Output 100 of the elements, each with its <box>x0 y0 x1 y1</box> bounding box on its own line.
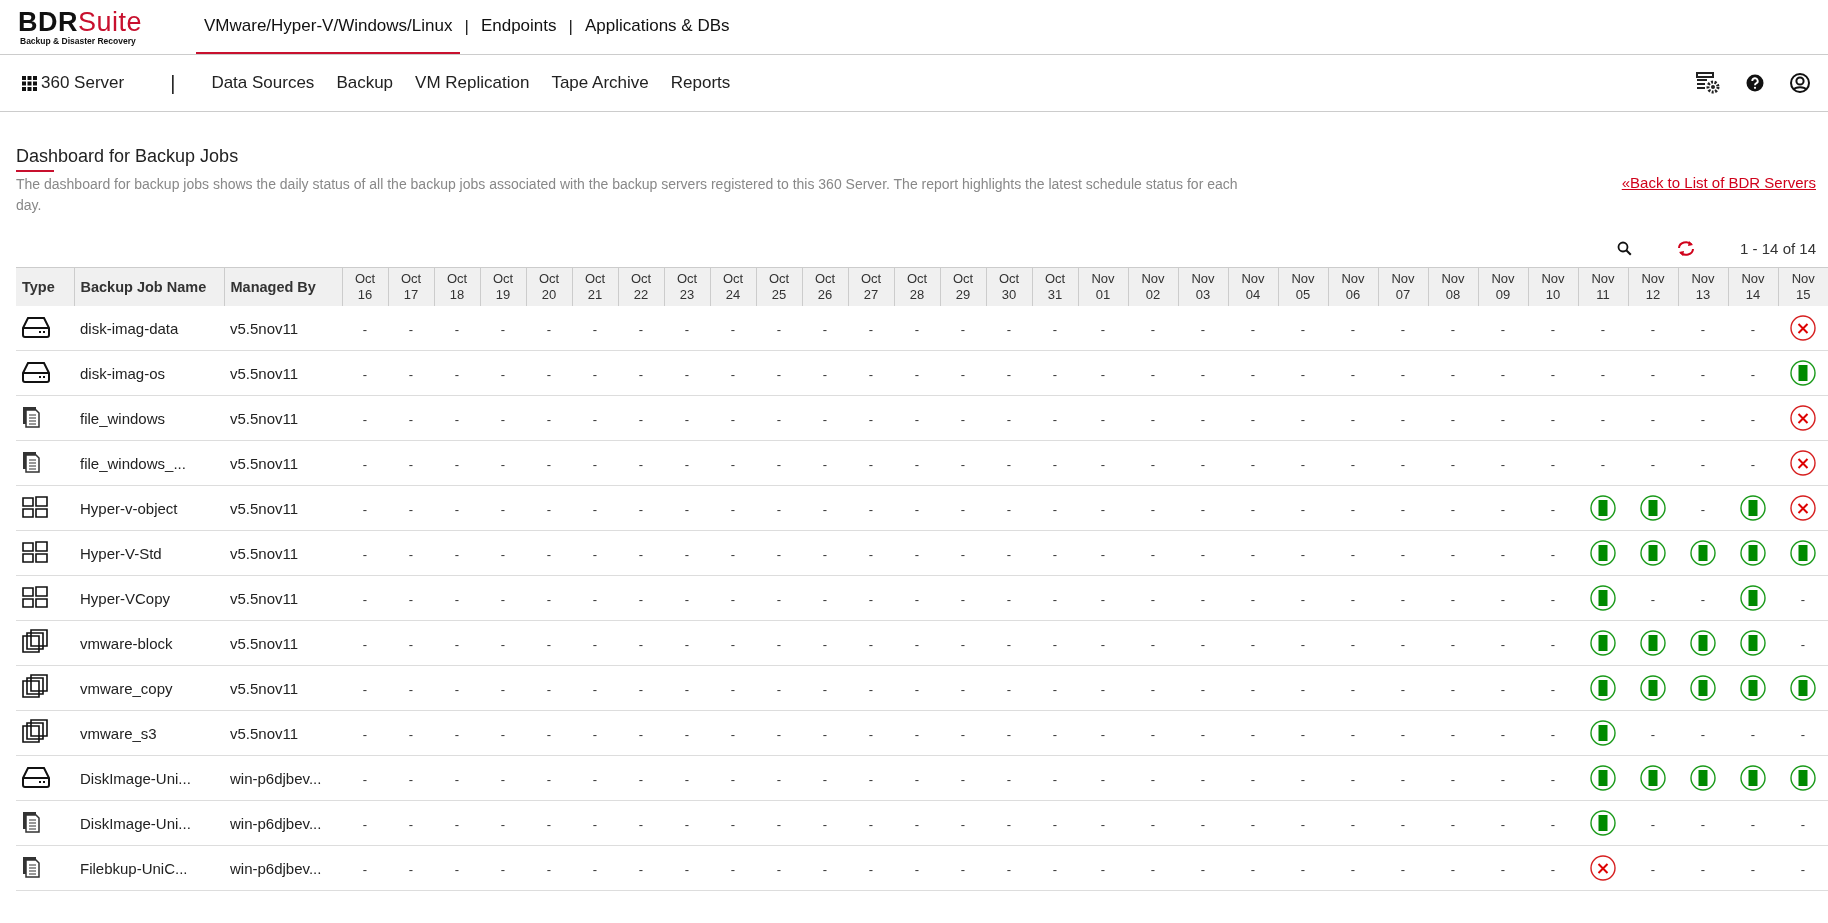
empty-status: - <box>1100 546 1106 562</box>
empty-status: - <box>500 501 506 517</box>
apps-grid-icon[interactable] <box>22 75 37 91</box>
empty-status: - <box>822 636 828 652</box>
empty-status: - <box>1200 771 1206 787</box>
empty-status: - <box>730 726 736 742</box>
empty-status: - <box>1400 591 1406 607</box>
empty-status: - <box>1700 411 1706 427</box>
empty-status: - <box>1052 771 1058 787</box>
empty-status: - <box>1750 816 1756 832</box>
empty-status: - <box>1006 861 1012 877</box>
empty-status: - <box>408 411 414 427</box>
empty-status: - <box>1400 861 1406 877</box>
page-description: The dashboard for backup jobs shows the daily status of all the backup jobs associated with the backup servers registered to this 360 Server. The report highlights the latest schedule status for each day. <box>16 175 1239 215</box>
empty-status: - <box>408 366 414 382</box>
empty-status: - <box>454 501 460 517</box>
job-name: file_windows <box>80 409 166 427</box>
tab-separator: | <box>567 16 574 38</box>
nav-menu-item[interactable]: Backup <box>336 73 394 93</box>
empty-status: - <box>1350 366 1356 382</box>
search-icon[interactable] <box>1617 241 1633 256</box>
empty-status: - <box>1200 681 1206 697</box>
empty-status: - <box>1150 816 1156 832</box>
product-tab[interactable]: VMware/Hyper-V/Windows/Linux <box>196 0 461 54</box>
empty-status: - <box>454 726 460 742</box>
empty-status: - <box>1052 321 1058 337</box>
job-name: disk-imag-os <box>80 364 166 382</box>
empty-status: - <box>638 321 644 337</box>
nav-menu-item[interactable]: Tape Archive <box>551 73 649 93</box>
empty-status: - <box>776 321 782 337</box>
empty-status: - <box>1350 591 1356 607</box>
empty-status: - <box>684 771 690 787</box>
help-icon[interactable] <box>1746 74 1764 92</box>
empty-status: - <box>454 321 460 337</box>
success-status-icon <box>1740 585 1766 611</box>
empty-status: - <box>638 861 644 877</box>
product-tab[interactable]: Applications & DBs <box>576 0 738 54</box>
empty-status: - <box>1250 726 1256 742</box>
empty-status: - <box>1150 861 1156 877</box>
managed-by: v5.5nov11 <box>230 499 299 517</box>
server-settings-icon[interactable] <box>1696 72 1720 94</box>
date-column-header: Nov 05 <box>1278 267 1328 306</box>
managed-by: v5.5nov11 <box>230 319 299 337</box>
empty-status: - <box>914 816 920 832</box>
empty-status: - <box>730 636 736 652</box>
empty-status: - <box>1600 411 1606 427</box>
date-column-header: Oct 29 <box>940 267 986 306</box>
nav-menu-item[interactable]: VM Replication <box>415 73 530 93</box>
user-icon[interactable] <box>1790 73 1810 93</box>
empty-status: - <box>1052 366 1058 382</box>
managed-by: win-p6djbev... <box>230 859 322 877</box>
date-column-header: Oct 22 <box>618 267 664 306</box>
empty-status: - <box>1400 726 1406 742</box>
empty-status: - <box>684 816 690 832</box>
refresh-icon[interactable] <box>1676 240 1697 257</box>
empty-status: - <box>592 726 598 742</box>
empty-status: - <box>362 861 368 877</box>
empty-status: - <box>408 636 414 652</box>
empty-status: - <box>1800 726 1806 742</box>
managed-by: win-p6djbev... <box>230 769 322 787</box>
back-link[interactable]: «Back to List of BDR Servers <box>1621 174 1816 191</box>
empty-status: - <box>638 366 644 382</box>
success-status-icon <box>1590 765 1616 791</box>
empty-status: - <box>914 771 920 787</box>
brand-logo[interactable]: BDRSuite <box>18 8 196 36</box>
empty-status: - <box>1400 681 1406 697</box>
stacked-squares-icon <box>22 718 48 745</box>
success-status-icon <box>1590 495 1616 521</box>
date-column-header: Nov 04 <box>1228 267 1278 306</box>
empty-status: - <box>638 636 644 652</box>
empty-status: - <box>1150 546 1156 562</box>
empty-status: - <box>822 411 828 427</box>
empty-status: - <box>1250 456 1256 472</box>
empty-status: - <box>1052 861 1058 877</box>
empty-status: - <box>868 366 874 382</box>
document-icon <box>22 405 40 428</box>
empty-status: - <box>1450 546 1456 562</box>
empty-status: - <box>592 816 598 832</box>
empty-status: - <box>684 861 690 877</box>
nav-menu-item[interactable]: Reports <box>670 73 731 93</box>
empty-status: - <box>1052 501 1058 517</box>
home-link[interactable]: 360 Server <box>41 73 125 93</box>
empty-status: - <box>822 366 828 382</box>
empty-status: - <box>960 726 966 742</box>
empty-status: - <box>1100 411 1106 427</box>
empty-status: - <box>1750 861 1756 877</box>
empty-status: - <box>1550 681 1556 697</box>
date-column-header: Nov 11 <box>1578 267 1628 306</box>
empty-status: - <box>1650 816 1656 832</box>
success-status-icon <box>1690 675 1716 701</box>
empty-status: - <box>1150 456 1156 472</box>
empty-status: - <box>960 411 966 427</box>
empty-status: - <box>1100 861 1106 877</box>
nav-menu-item[interactable]: Data Sources <box>211 73 315 93</box>
empty-status: - <box>914 636 920 652</box>
product-tab[interactable]: Endpoints <box>472 0 565 54</box>
empty-status: - <box>1006 591 1012 607</box>
empty-status: - <box>1450 411 1456 427</box>
empty-status: - <box>684 501 690 517</box>
empty-status: - <box>408 546 414 562</box>
